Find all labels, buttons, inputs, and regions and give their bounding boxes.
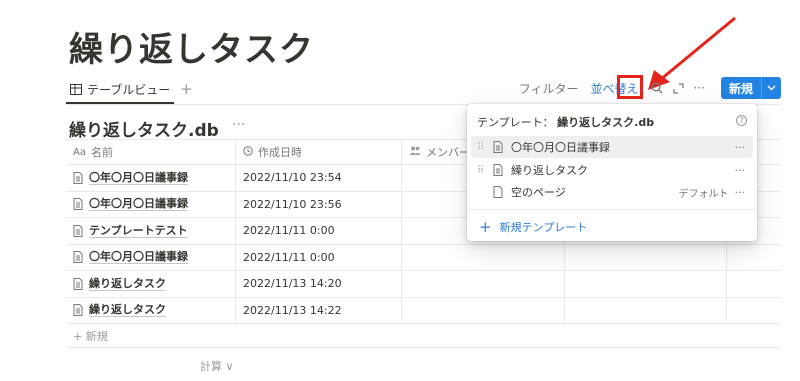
search-icon[interactable] (651, 82, 663, 94)
template-label: 〇年〇月〇日議事録 (511, 141, 610, 154)
new-dropdown-button[interactable] (761, 77, 781, 99)
expand-icon[interactable] (672, 82, 684, 94)
drag-handle-icon[interactable]: ⠿ (477, 142, 487, 153)
new-template-button[interactable]: + 新規テンプレート (479, 218, 587, 236)
row-created: 2022/11/11 0:00 (236, 218, 402, 244)
template-more-icon[interactable]: ··· (735, 164, 746, 177)
page-icon (73, 171, 83, 184)
template-item[interactable]: 空のページ デフォルト ··· (471, 181, 753, 203)
template-label: 空のページ (511, 186, 566, 199)
calculate-button[interactable]: 計算 ∨ (200, 358, 234, 374)
annotation-highlight-box (617, 75, 643, 99)
toolbar: フィルター 並べ替え ··· 新規 (519, 76, 781, 100)
row-name[interactable]: 〇年〇月〇日議事録 (89, 171, 188, 185)
plus-icon: + (479, 218, 492, 236)
people-icon (409, 146, 421, 158)
page-icon (493, 164, 503, 176)
row-created: 2022/11/10 23:56 (236, 191, 402, 217)
help-icon[interactable]: ? (736, 115, 747, 126)
row-created: 2022/11/13 14:20 (236, 271, 402, 297)
tab-table-view[interactable]: テーブルビュー (66, 76, 175, 104)
clock-icon (243, 145, 253, 159)
database-more-icon[interactable]: ··· (232, 117, 245, 133)
blank-page-icon (493, 186, 503, 198)
table-icon (70, 83, 82, 95)
column-header-name[interactable]: Aa 名前 (66, 140, 236, 164)
table-row[interactable]: 〇年〇月〇日議事録 2022/11/11 0:00 (66, 244, 781, 271)
page-icon (73, 224, 83, 237)
template-more-icon[interactable]: ··· (735, 186, 746, 199)
page-icon (73, 304, 83, 317)
template-dropdown: テンプレート： 繰り返しタスク.db ? ⠿ 〇年〇月〇日議事録 ··· ⠿ 繰… (467, 104, 757, 241)
view-bar: テーブルビュー + フィルター 並べ替え ··· 新規 (66, 76, 781, 104)
drag-handle-icon[interactable]: ⠿ (477, 165, 487, 176)
template-more-icon[interactable]: ··· (735, 141, 746, 154)
row-name[interactable]: 繰り返しタスク (89, 303, 166, 318)
tab-label: テーブルビュー (87, 82, 171, 97)
row-name[interactable]: 繰り返しタスク (89, 277, 166, 291)
page-icon (73, 251, 83, 264)
row-name[interactable]: 〇年〇月〇日議事録 (89, 197, 188, 212)
page-title: 繰り返しタスク (69, 30, 314, 70)
column-header-created[interactable]: 作成日時 (236, 140, 402, 164)
default-badge: デフォルト (678, 188, 729, 200)
add-row-button[interactable]: + 新規 (66, 324, 781, 348)
row-name[interactable]: テンプレートテスト (89, 224, 188, 238)
text-type-icon: Aa (73, 146, 86, 158)
row-created: 2022/11/10 23:54 (236, 165, 402, 191)
template-header: テンプレート： 繰り返しタスク.db (477, 116, 655, 129)
chevron-down-icon (767, 85, 776, 91)
row-created: 2022/11/11 0:00 (236, 244, 402, 270)
new-button[interactable]: 新規 (720, 77, 761, 99)
row-name[interactable]: 〇年〇月〇日議事録 (89, 250, 188, 265)
template-label: 繰り返しタスク (511, 164, 588, 177)
database-title[interactable]: 繰り返しタスク.db (69, 116, 219, 141)
more-icon[interactable]: ··· (694, 81, 705, 95)
table-row[interactable]: 繰り返しタスク 2022/11/13 14:22 (66, 297, 781, 324)
row-created: 2022/11/13 14:22 (236, 297, 402, 323)
page-icon (493, 141, 503, 153)
divider (467, 209, 757, 210)
page-icon (73, 198, 83, 211)
table-row[interactable]: 繰り返しタスク 2022/11/13 14:20 (66, 271, 781, 298)
add-view-button[interactable]: + (180, 80, 193, 98)
filter-button[interactable]: フィルター (519, 80, 579, 97)
template-item[interactable]: ⠿ 〇年〇月〇日議事録 ··· (471, 136, 753, 158)
template-item[interactable]: ⠿ 繰り返しタスク ··· (471, 159, 753, 181)
page-icon (73, 277, 83, 290)
